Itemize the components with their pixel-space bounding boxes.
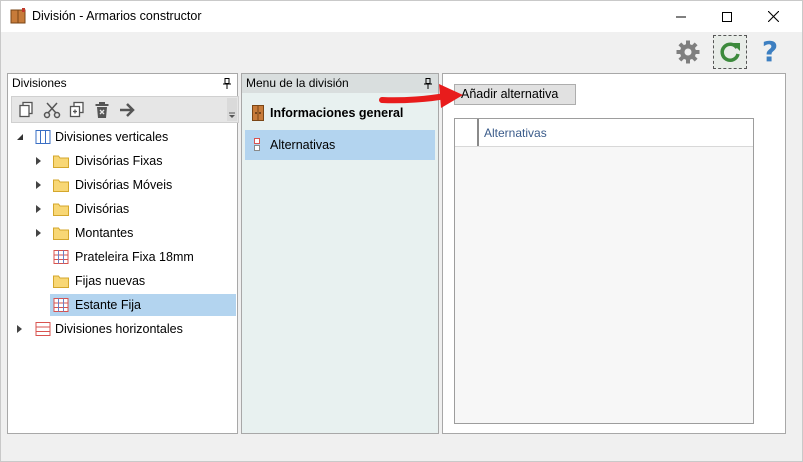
vertical-divisions-icon — [35, 130, 51, 144]
title-bar: División - Armarios constructor — [1, 1, 802, 32]
help-icon: ? — [761, 35, 779, 68]
close-icon — [767, 11, 779, 22]
grid-header: Alternativas — [455, 119, 753, 147]
tree-label: Estante Fija — [75, 298, 142, 312]
menu-panel-header: Menu de la división — [242, 74, 438, 93]
folder-icon — [53, 179, 69, 192]
minimize-icon — [676, 16, 686, 17]
duplicate-icon[interactable] — [68, 101, 86, 119]
settings-button[interactable] — [671, 35, 705, 69]
close-button[interactable] — [750, 1, 796, 32]
horizontal-divisions-icon — [35, 322, 51, 336]
collapsed-arrow-icon[interactable] — [35, 229, 43, 237]
menu-item-informaciones-general[interactable]: Informaciones general — [245, 98, 435, 128]
tree-label: Divisiones horizontales — [55, 322, 183, 336]
chevron-down-icon — [229, 112, 235, 118]
gear-icon — [676, 40, 700, 64]
pin-icon[interactable] — [423, 78, 433, 89]
info-icon — [252, 105, 264, 121]
menu-item-label: Alternativas — [270, 138, 336, 152]
alternatives-icon — [254, 138, 260, 151]
grid-column-header-alternativas[interactable]: Alternativas — [484, 126, 547, 140]
toolbar-overflow-button[interactable] — [227, 98, 237, 121]
tree-node-prateleira-fixa-18mm[interactable]: Prateleira Fixa 18mm — [31, 246, 236, 268]
window-title: División - Armarios constructor — [32, 9, 202, 23]
tree-node-divisiones-horizontales[interactable]: Divisiones horizontales — [11, 318, 236, 340]
maximize-icon — [722, 11, 732, 22]
tree-label: Fijas nuevas — [75, 274, 146, 288]
add-alternative-button[interactable]: Añadir alternativa — [454, 84, 576, 105]
divisiones-panel: Divisiones Divisiones verticales Divisór… — [7, 73, 239, 434]
menu-item-label: Informaciones general — [270, 106, 404, 120]
tree-node-estante-fija[interactable]: Estante Fija — [50, 294, 236, 316]
help-button[interactable]: ? — [753, 35, 787, 69]
folder-icon — [53, 227, 69, 240]
tree-label: Divisórias Fixas — [75, 154, 163, 168]
cut-icon[interactable] — [43, 101, 61, 119]
tree-node-divisorias[interactable]: Divisórias — [31, 198, 236, 220]
tree-label: Prateleira Fixa 18mm — [75, 250, 194, 264]
folder-icon — [53, 155, 69, 168]
maximize-button[interactable] — [704, 1, 750, 32]
expanded-arrow-icon[interactable] — [16, 133, 24, 141]
grid-icon — [53, 250, 69, 264]
tree-node-divisorias-moveis[interactable]: Divisórias Móveis — [31, 174, 236, 196]
pin-icon[interactable] — [222, 78, 232, 89]
alternatives-grid[interactable]: Alternativas — [454, 118, 754, 424]
divisiones-panel-title: Divisiones — [12, 76, 67, 90]
menu-panel-title: Menu de la división — [246, 76, 349, 90]
alternatives-content-panel: Añadir alternativa Alternativas — [442, 73, 786, 434]
collapsed-arrow-icon[interactable] — [16, 325, 24, 333]
grid-corner-cell[interactable] — [455, 119, 479, 146]
tree-label: Montantes — [75, 226, 134, 240]
collapsed-arrow-icon[interactable] — [35, 157, 43, 165]
collapsed-arrow-icon[interactable] — [35, 181, 43, 189]
application-window: División - Armarios constructor ? Divisi… — [0, 0, 803, 462]
copy-icon[interactable] — [18, 101, 36, 119]
tree-node-divisiones-verticales[interactable]: Divisiones verticales — [11, 126, 236, 148]
tree-label: Divisórias — [75, 202, 130, 216]
tree-node-montantes[interactable]: Montantes — [31, 222, 236, 244]
app-icon — [10, 8, 26, 24]
folder-icon — [53, 203, 69, 216]
divisiones-panel-header: Divisiones — [8, 74, 237, 93]
tree-node-divisorias-fixas[interactable]: Divisórias Fixas — [31, 150, 236, 172]
divisiones-action-toolbar — [11, 96, 239, 123]
menu-item-alternativas[interactable]: Alternativas — [245, 130, 435, 160]
minimize-button[interactable] — [658, 1, 704, 32]
delete-icon[interactable] — [93, 101, 111, 119]
refresh-icon — [720, 42, 740, 62]
tree-node-fijas-nuevas[interactable]: Fijas nuevas — [31, 270, 236, 292]
menu-panel: Menu de la división Informaciones genera… — [241, 73, 439, 434]
folder-icon — [53, 275, 69, 288]
arrow-right-icon[interactable] — [118, 101, 136, 119]
tree-label: Divisórias Móveis — [75, 178, 173, 192]
tree-label: Divisiones verticales — [55, 130, 169, 144]
collapsed-arrow-icon[interactable] — [35, 205, 43, 213]
refresh-button[interactable] — [713, 35, 747, 69]
main-toolbar: ? — [1, 32, 802, 72]
grid-icon — [53, 298, 69, 312]
